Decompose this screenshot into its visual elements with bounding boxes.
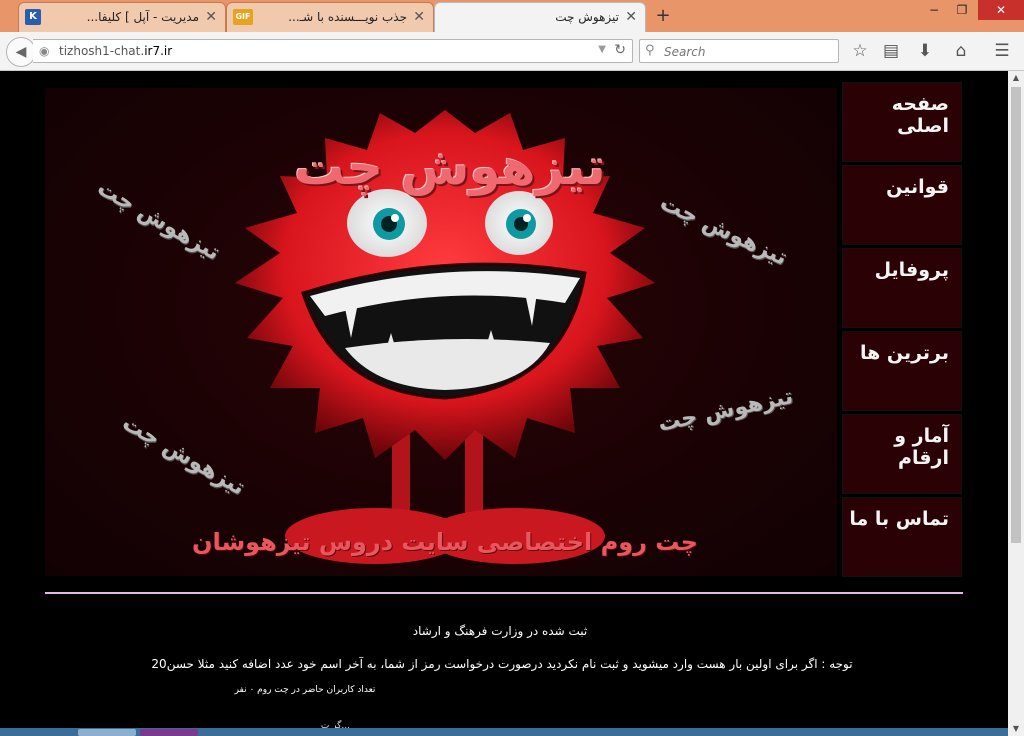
new-tab-button[interactable]: + <box>652 5 674 27</box>
reading-list-icon[interactable]: ▤ <box>880 40 902 62</box>
star-icon[interactable]: ☆ <box>849 40 871 62</box>
search-box[interactable]: ⚲ <box>639 39 839 63</box>
horizontal-divider <box>45 592 963 594</box>
online-users-count: تعداد کاربران حاضر در چت روم ۰ نفر <box>234 685 376 695</box>
browser-tab-1[interactable]: K مدیریت - آپل ] کلیفا... ✕ <box>18 2 226 32</box>
reload-icon[interactable]: ↻ <box>614 42 626 58</box>
menu-item-label: تماس با ما <box>849 508 949 530</box>
page-content: تیزهوش چت تیزهوش چت تیزهوش چت تیزهوش چت … <box>0 71 1008 736</box>
menu-item-label: صفحه اصلی <box>891 93 949 137</box>
favicon-gif-icon: GIF <box>233 9 253 25</box>
tab-close-icon[interactable]: ✕ <box>625 9 637 25</box>
login-notice: توجه : اگر برای اولین بار هست وارد میشوی… <box>151 657 853 671</box>
browser-tab-2[interactable]: GIF جذب نویـــسنده با شـ... ✕ <box>226 2 434 32</box>
tab-close-icon[interactable]: ✕ <box>413 9 425 25</box>
menu-item-rules[interactable]: قوانین <box>842 165 962 245</box>
menu-item-home[interactable]: صفحه اصلی <box>842 82 962 162</box>
url-text[interactable]: tizhosh1-chat.ir7.ir <box>59 44 172 58</box>
vertical-scrollbar[interactable]: ▲ ▼ <box>1008 71 1024 736</box>
menu-item-label: برترین ها <box>859 342 949 364</box>
maximize-button[interactable]: ❐ <box>948 0 976 20</box>
tab-title: تیزهوش چت <box>555 10 619 24</box>
navigation-toolbar: ◀ ◉ tizhosh1-chat.ir7.ir ▼ ↻ ⚲ ☆ ▤ ⬇ ⌂ ☰ <box>0 32 1024 71</box>
menu-item-statistics[interactable]: آمار و ارقام <box>842 414 962 494</box>
minimize-button[interactable]: − <box>920 0 948 20</box>
search-input[interactable] <box>662 42 836 62</box>
hamburger-menu-icon[interactable]: ☰ <box>991 40 1013 62</box>
menu-item-label: قوانین <box>886 176 949 198</box>
back-arrow-icon[interactable]: ◀ <box>6 37 36 67</box>
scroll-down-icon[interactable]: ▼ <box>1008 722 1024 736</box>
menu-item-label: آمار و ارقام <box>894 425 949 469</box>
tab-title: مدیریت - آپل ] کلیفا... <box>86 10 199 24</box>
taskbar-app-button[interactable] <box>140 729 198 736</box>
banner-subtitle: چت روم اختصاصی سایت دروس تیزهوشان <box>192 528 698 556</box>
download-icon[interactable]: ⬇ <box>914 40 936 62</box>
globe-icon: ◉ <box>39 44 50 58</box>
taskbar-app-button[interactable] <box>78 729 136 736</box>
menu-item-label: پروفایل <box>874 259 949 281</box>
menu-item-top-users[interactable]: برترین ها <box>842 331 962 411</box>
registration-notice: ثبت شده در وزارت فرهنگ و ارشاد <box>412 624 588 638</box>
scrollbar-thumb[interactable] <box>1011 87 1021 543</box>
url-bar[interactable]: ◉ tizhosh1-chat.ir7.ir ▼ ↻ <box>33 39 633 63</box>
url-dropdown-icon[interactable]: ▼ <box>598 44 606 55</box>
menu-item-profile[interactable]: پروفایل <box>842 248 962 328</box>
scroll-up-icon[interactable]: ▲ <box>1008 71 1024 85</box>
banner-title: تیزهوش چت <box>294 138 606 196</box>
favicon-k-icon: K <box>25 9 41 25</box>
browser-tab-bar: K مدیریت - آپل ] کلیفا... ✕ GIF جذب نویـ… <box>0 0 1024 32</box>
browser-tab-3-active[interactable]: تیزهوش چت ✕ <box>434 2 646 32</box>
search-icon: ⚲ <box>645 43 655 58</box>
tab-title: جذب نویـــسنده با شـ... <box>288 10 407 24</box>
home-icon[interactable]: ⌂ <box>950 40 972 62</box>
site-banner: تیزهوش چت تیزهوش چت تیزهوش چت تیزهوش چت … <box>45 88 837 576</box>
menu-item-contact[interactable]: تماس با ما <box>842 497 962 577</box>
close-window-button[interactable]: ✕ <box>978 0 1024 20</box>
tab-close-icon[interactable]: ✕ <box>205 9 217 25</box>
